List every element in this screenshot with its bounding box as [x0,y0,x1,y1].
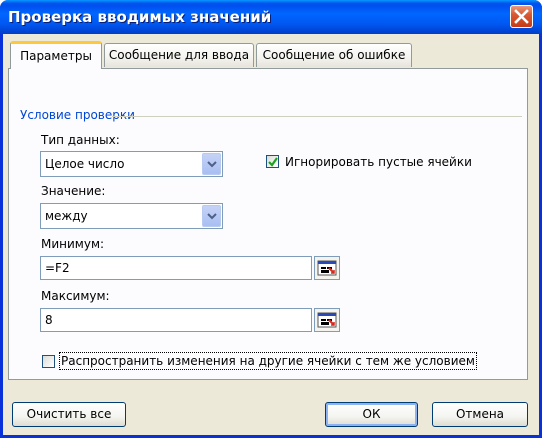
ok-button-label: ОК [362,407,381,421]
cancel-button[interactable]: Отмена [432,402,528,427]
apply-all-label[interactable]: Распространить изменения на другие ячейк… [59,352,477,370]
title-bar[interactable]: Проверка вводимых значений [0,0,542,34]
condition-value: между [45,209,88,223]
maximum-label: Максимум: [41,289,110,303]
data-type-value: Целое число [45,157,125,171]
clear-all-button-label: Очистить все [26,407,112,421]
group-label: Условие проверки [20,108,139,122]
collapse-dialog-icon [317,312,337,328]
condition-dropdown-button[interactable] [202,205,221,227]
tab-input-message[interactable]: Сообщение для ввода [104,43,254,67]
maximum-collapse-button[interactable] [314,308,340,332]
close-icon [514,9,529,24]
ok-button[interactable]: ОК [325,402,418,427]
minimum-label: Минимум: [41,237,105,251]
minimum-input[interactable]: =F2 [40,256,312,280]
apply-all-checkbox[interactable] [42,355,55,368]
ignore-blank-checkbox[interactable] [266,155,279,168]
minimum-value: =F2 [45,261,70,275]
tab-parameters-label: Параметры [20,49,92,63]
minimum-collapse-button[interactable] [314,256,340,280]
condition-dropdown[interactable]: между [40,203,223,229]
close-button[interactable] [510,5,533,28]
tab-input-message-label: Сообщение для ввода [108,48,250,62]
data-type-label: Тип данных: [41,133,120,147]
condition-label: Значение: [41,184,106,198]
chevron-down-icon [207,161,217,168]
checkmark-icon [268,157,278,167]
collapse-dialog-icon [317,260,337,276]
data-type-dropdown-button[interactable] [202,153,221,175]
cancel-button-label: Отмена [455,407,505,421]
tab-parameters[interactable]: Параметры [10,41,102,69]
group-divider [112,116,522,117]
data-type-dropdown[interactable]: Целое число [40,151,223,177]
window-title: Проверка вводимых значений [8,8,272,26]
ignore-blank-label[interactable]: Игнорировать пустые ячейки [285,155,472,169]
tab-error-message[interactable]: Сообщение об ошибке [256,43,412,67]
tab-error-message-label: Сообщение об ошибке [262,48,406,62]
chevron-down-icon [207,213,217,220]
maximum-input[interactable]: 8 [40,308,312,332]
maximum-value: 8 [45,313,53,327]
clear-all-button[interactable]: Очистить все [12,402,126,427]
